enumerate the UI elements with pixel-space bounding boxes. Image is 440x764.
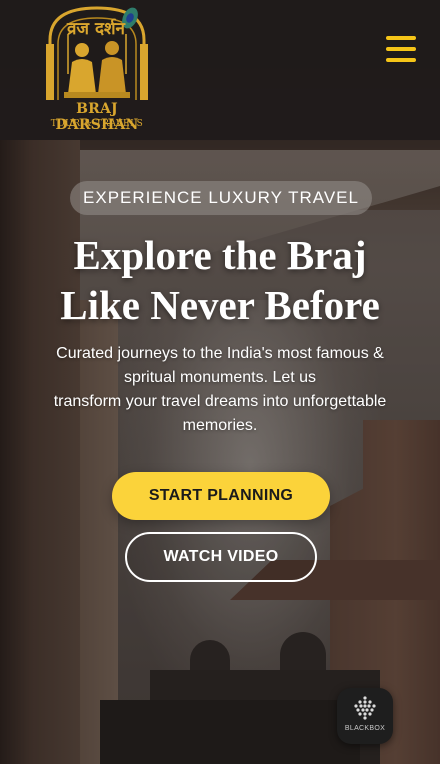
blackbox-widget-button[interactable]: BLACKBOX — [337, 688, 393, 744]
hero-badge: EXPERIENCE LUXURY TRAVEL — [70, 181, 372, 215]
site-header: व्रज दर्शन BRAJ DARSHAN TOUR & TRAVELS — [0, 0, 440, 140]
logo-hindi-text: व्रज दर्शन — [66, 19, 125, 39]
description-line: spritual monuments. Let us — [123, 369, 317, 386]
blackbox-logo-icon — [354, 696, 376, 720]
description-line: memories. — [182, 417, 258, 434]
hamburger-menu-icon[interactable] — [386, 34, 418, 64]
logo-tagline: TOUR & TRAVELS — [50, 119, 144, 129]
hero-description: Curated journeys to the India's most fam… — [40, 342, 400, 438]
headline-line: Like Never Before — [60, 282, 380, 328]
start-planning-button[interactable]: START PLANNING — [112, 472, 330, 520]
headline-line: Explore the Braj — [73, 232, 367, 278]
hero-headline: Explore the Braj Like Never Before — [20, 230, 420, 330]
menu-bar — [386, 36, 416, 40]
watch-video-button[interactable]: WATCH VIDEO — [125, 532, 317, 582]
description-line: transform your travel dreams into unforg… — [53, 393, 387, 410]
menu-bar — [386, 47, 416, 51]
site-logo[interactable]: व्रज दर्शन BRAJ DARSHAN TOUR & TRAVELS — [38, 4, 156, 133]
description-line: Curated journeys to the India's most fam… — [56, 345, 384, 362]
blackbox-label: BLACKBOX — [344, 725, 386, 732]
menu-bar — [386, 58, 416, 62]
